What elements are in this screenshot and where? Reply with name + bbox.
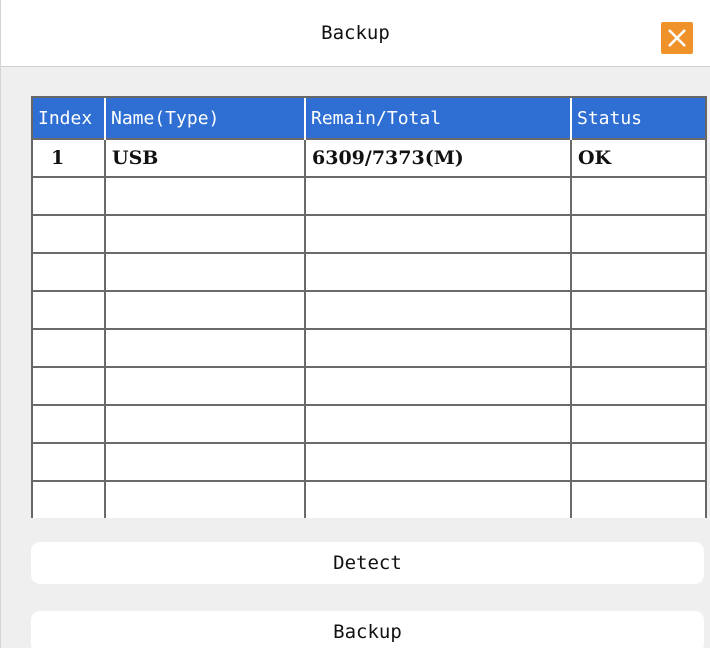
- detect-button[interactable]: Detect: [31, 542, 704, 584]
- cell-remain-total: [305, 290, 572, 329]
- cell-remain-total: [305, 480, 572, 518]
- table-row[interactable]: [33, 328, 705, 367]
- cell-index: [33, 366, 106, 405]
- column-header-index[interactable]: Index: [33, 98, 106, 139]
- cell-name-type: USB: [105, 138, 306, 177]
- cell-status: [571, 328, 705, 367]
- title-bar: Backup: [1, 0, 710, 67]
- table-header-row: Index Name(Type) Remain/Total Status: [33, 98, 705, 139]
- cell-status: [571, 366, 705, 405]
- table-row[interactable]: 1 USB 6309/7373(M) OK: [33, 138, 705, 177]
- cell-remain-total: [305, 328, 572, 367]
- cell-remain-total: [305, 214, 572, 253]
- cell-name-type: [105, 480, 306, 518]
- cell-index: [33, 214, 106, 253]
- cell-status: OK: [571, 138, 705, 177]
- column-header-status[interactable]: Status: [571, 98, 705, 139]
- cell-name-type: [105, 290, 306, 329]
- table-row[interactable]: [33, 176, 705, 215]
- backup-dialog: Backup Index Name(Type) Remain/Total Sta…: [0, 0, 710, 648]
- dialog-title: Backup: [321, 22, 390, 44]
- table-row[interactable]: [33, 442, 705, 481]
- cell-remain-total: [305, 252, 572, 291]
- cell-index: [33, 290, 106, 329]
- cell-remain-total: [305, 176, 572, 215]
- cell-index: [33, 480, 106, 518]
- table-row[interactable]: [33, 366, 705, 405]
- close-button[interactable]: [661, 22, 693, 54]
- cell-index: 1: [33, 138, 106, 177]
- cell-index: [33, 252, 106, 291]
- cell-index: [33, 442, 106, 481]
- cell-name-type: [105, 442, 306, 481]
- column-header-remain-total[interactable]: Remain/Total: [305, 98, 572, 139]
- cell-status: [571, 252, 705, 291]
- close-x-icon: [668, 29, 686, 47]
- cell-name-type: [105, 214, 306, 253]
- table-row[interactable]: [33, 480, 705, 518]
- table-row[interactable]: [33, 214, 705, 253]
- cell-status: [571, 214, 705, 253]
- cell-name-type: [105, 176, 306, 215]
- cell-status: [571, 480, 705, 518]
- backup-button[interactable]: Backup: [31, 611, 704, 648]
- cell-remain-total: [305, 404, 572, 443]
- cell-remain-total: 6309/7373(M): [305, 138, 572, 177]
- table-row[interactable]: [33, 404, 705, 443]
- cell-name-type: [105, 366, 306, 405]
- column-header-name-type[interactable]: Name(Type): [105, 98, 306, 139]
- cell-index: [33, 328, 106, 367]
- cell-index: [33, 404, 106, 443]
- cell-name-type: [105, 252, 306, 291]
- cell-name-type: [105, 328, 306, 367]
- cell-status: [571, 442, 705, 481]
- cell-remain-total: [305, 366, 572, 405]
- device-table: Index Name(Type) Remain/Total Status 1 US…: [33, 98, 705, 518]
- table-row[interactable]: [33, 252, 705, 291]
- cell-status: [571, 404, 705, 443]
- cell-name-type: [105, 404, 306, 443]
- device-table-container: Index Name(Type) Remain/Total Status 1 US…: [31, 96, 707, 518]
- cell-status: [571, 176, 705, 215]
- cell-index: [33, 176, 106, 215]
- table-row[interactable]: [33, 290, 705, 329]
- cell-status: [571, 290, 705, 329]
- cell-remain-total: [305, 442, 572, 481]
